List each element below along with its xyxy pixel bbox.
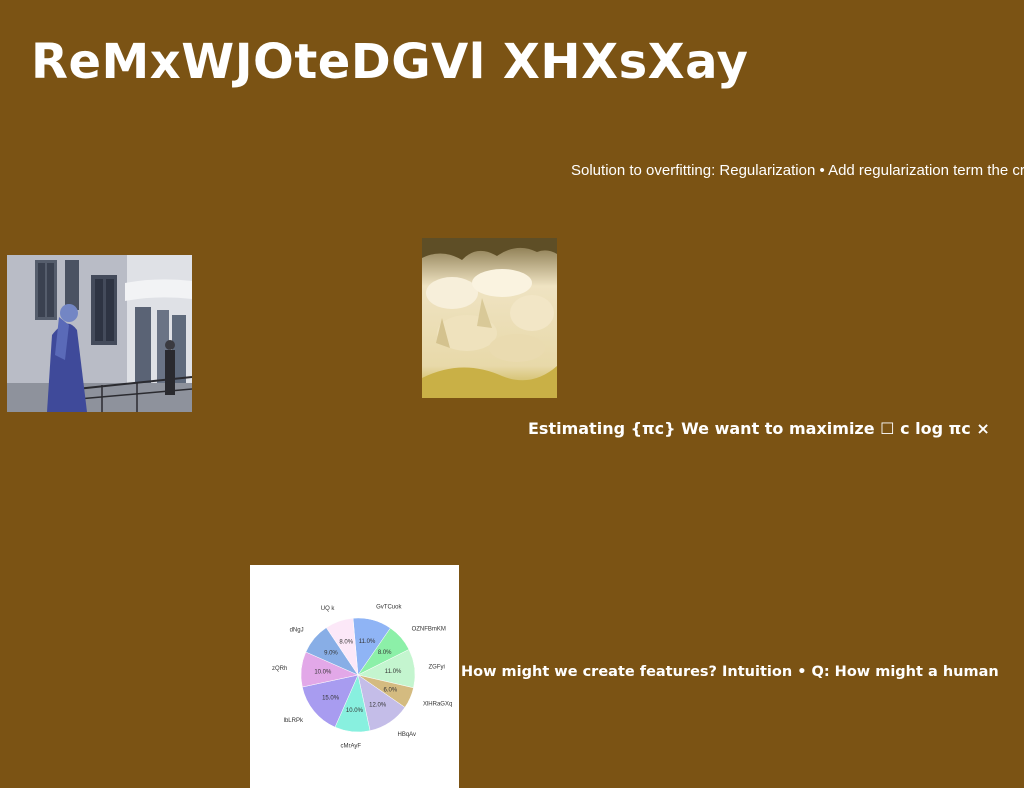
pie-chart: 11.0% GvTCuok 8.0% OZNFBmKM 11.0% ZGFyi 6.0% Xl…: [250, 565, 459, 788]
slide-title: ReMxWJOteDGVl XHXsXay: [31, 34, 749, 90]
regularization-text: Solution to overfitting: Regularization …: [571, 162, 1024, 179]
pie-percent-label: 6.0%: [383, 687, 397, 693]
pie-category-label: XlHRaGXq: [423, 702, 452, 708]
pie-percent-label: 8.0%: [339, 640, 353, 646]
features-text: How might we create features? Intuition …: [461, 664, 999, 680]
pie-percent-label: 12.0%: [369, 702, 387, 708]
estimating-text: Estimating {πc} We want to maximize ☐ c …: [528, 419, 990, 438]
pie-percent-label: 11.0%: [385, 669, 402, 675]
cave-formation-photo: [422, 238, 557, 398]
pie-category-label: UQ k: [321, 606, 336, 612]
pie-category-label: cMrAyF: [341, 744, 362, 750]
street-photo: [7, 255, 192, 412]
pie-category-label: GvTCuok: [376, 604, 402, 610]
pie-percent-label: 15.0%: [322, 695, 340, 701]
pie-category-label: dNgJ: [290, 627, 304, 633]
pie-percent-label: 10.0%: [346, 708, 364, 714]
pie-category-label: OZNFBmKM: [412, 626, 446, 632]
pie-percent-label: 9.0%: [324, 650, 338, 656]
pie-percent-label: 11.0%: [359, 639, 376, 645]
pie-percent-label: 8.0%: [378, 650, 392, 656]
pie-percent-label: 10.0%: [314, 669, 332, 675]
pie-category-label: ZGFyi: [429, 665, 445, 671]
pie-category-label: HBqAv: [397, 732, 416, 738]
pie-category-label: zQRh: [272, 666, 287, 672]
pie-category-label: lbLRPk: [284, 718, 304, 724]
